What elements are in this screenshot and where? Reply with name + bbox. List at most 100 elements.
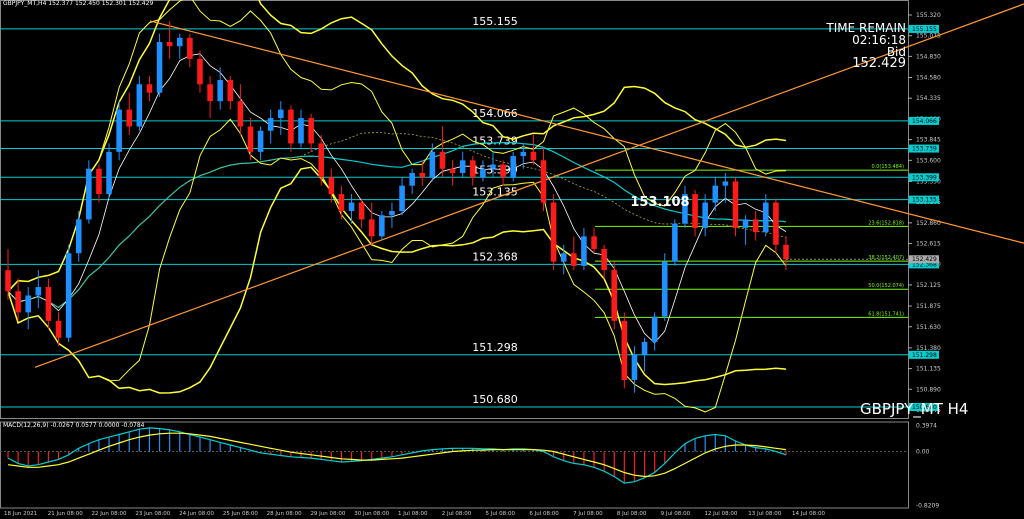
level-axis-label: 153.399 [912,174,937,181]
candle-body [601,249,607,271]
level-axis-label: 153.135 [912,197,937,204]
macd-tick-label: 0.00 [916,449,930,456]
macd-tick-label: -0.8209 [916,502,939,509]
price-tick-label: 154.580 [916,75,941,82]
price-annotation: 153.108 [630,195,689,210]
current-price-label: 152.429 [912,256,937,263]
candle-body [510,156,516,178]
candle-body [35,287,42,296]
price-tick-label: 154.335 [916,95,941,102]
candle-body [106,151,112,195]
candle-body [560,253,567,262]
candle-body [399,185,405,211]
candle-body [449,168,456,173]
time-label: 5 Jul 08:00 [486,511,516,517]
fib-label: 23.6(152.818) [868,220,904,226]
candle-body [358,202,365,220]
candle-body [763,202,769,233]
candle-body [318,143,324,178]
time-label: 28 Jun 08:00 [267,511,302,517]
candle-body [136,84,143,127]
time-label: 25 Jun 08:00 [223,511,258,517]
candle-body [480,168,486,178]
candle-body [631,354,638,380]
fib-label: 0.0(153.484) [871,164,904,170]
candle-body [187,37,193,59]
price-tick-label: 151.630 [916,324,941,331]
candle-body [459,160,466,173]
candle-body [86,168,92,220]
time-label: 21 Jun 08:00 [48,511,83,517]
candle-body [591,236,597,250]
fib-label: 38.2(152.407) [868,255,904,261]
candle-body [328,177,335,195]
candle-body [429,151,436,178]
symbol-label: GBPJPY_MT H4 [860,400,969,418]
candle-body [126,109,133,127]
candle-body [702,202,708,228]
candle-body [540,160,547,203]
bollinger-inner-lower-line [7,118,787,413]
candle-body [25,295,31,313]
price-tick-label: 155.320 [916,12,941,19]
price-tick-label: 152.125 [916,282,941,289]
candle-body [55,320,62,338]
time-label: 1 Jul 08:00 [398,511,428,517]
candle-body [641,341,648,355]
candle-body [338,194,345,211]
candle-body [75,219,82,254]
candle-body [166,42,173,47]
time-label: 12 Jul 08:00 [704,511,737,517]
candle-body [692,194,698,228]
candle-body [176,37,183,47]
candle-body [712,185,719,203]
time-label: 22 Jun 08:00 [92,511,127,517]
candle-body [278,109,284,119]
price-tick-label: 153.600 [916,157,941,164]
candle-body [96,168,102,195]
candle-body [227,80,234,102]
candle-body [368,219,375,237]
price-tick-label: 150.890 [916,386,941,393]
candle-body [409,172,415,186]
macd-tick-label: 0.3974 [916,422,937,429]
candle-body [530,151,537,161]
candle-body [752,219,759,233]
candle-body [742,219,749,228]
candle-body [732,181,739,228]
candle-body [722,181,729,186]
ma-slow-line [7,141,787,309]
level-axis-label: 155.155 [912,26,937,33]
time-label: 23 Jun 08:00 [135,511,170,517]
price-tick-label: 151.875 [916,303,941,310]
bid-value: 152.429 [852,56,906,71]
time-label: 13 Jul 08:00 [748,511,781,517]
time-label: 14 Jul 08:00 [792,511,825,517]
candle-body [146,84,153,93]
candle-body [15,291,21,313]
candle-body [470,160,476,178]
candle-body [520,151,527,157]
time-label: 24 Jun 08:00 [179,511,214,517]
candle-body [65,253,72,338]
fib-label: 61.8(151.741) [868,311,904,317]
chart-frame [0,0,909,419]
price-chart[interactable]: 155.320155.075154.830154.580154.335154.0… [0,0,1024,519]
fib-label: 50.0(152.074) [868,283,904,289]
macd-signal-line [7,432,787,478]
candle-body [621,320,628,380]
candle-body [672,223,678,262]
time-label: 30 Jun 08:00 [354,511,389,517]
candle-body [550,202,557,262]
level-axis-label: 153.739 [912,146,937,153]
level-label: 150.680 [472,393,518,406]
price-tick-label: 152.615 [916,241,941,248]
candle-body [116,109,122,152]
time-label: 6 Jul 08:00 [529,511,559,517]
candle-body [611,270,618,321]
candle-body [237,101,244,127]
candle-body [661,261,668,317]
level-label: 151.298 [472,341,518,354]
timer-box: TIME REMAIN 02:16:18 Bid 152.429 [826,22,906,70]
candle-body [651,316,658,342]
